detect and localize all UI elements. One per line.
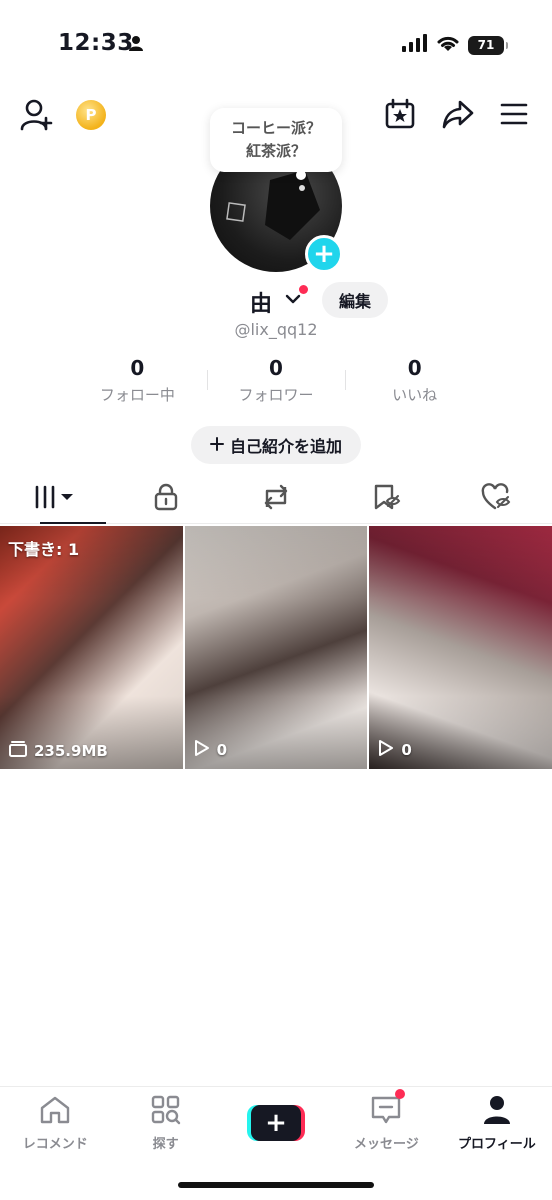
nav-create[interactable]: +: [221, 1087, 331, 1159]
stat-label: フォロー中: [99, 386, 175, 404]
tab-reposts[interactable]: [221, 474, 331, 523]
nav-profile[interactable]: プロフィール: [442, 1087, 552, 1159]
top-right-actions: [384, 98, 528, 130]
tab-private[interactable]: [110, 474, 220, 523]
add-bio-label: 自己紹介を追加: [229, 437, 342, 456]
calendar-star-icon[interactable]: [384, 98, 416, 130]
home-icon: [39, 1095, 71, 1129]
inbox-icon: [370, 1095, 402, 1129]
create-icon: +: [247, 1105, 306, 1141]
tile-overlay: [184, 526, 368, 769]
username: @lix_qq12: [234, 320, 318, 339]
wifi-icon: [436, 34, 460, 56]
tile-overlay: [369, 526, 552, 769]
note-line-2: 紅茶派？: [245, 142, 306, 160]
stat-label: フォロワー: [238, 386, 314, 404]
add-friend-icon[interactable]: [20, 98, 54, 132]
stat-label: いいね: [392, 386, 438, 404]
video-tile[interactable]: 0: [369, 526, 552, 769]
add-avatar-button[interactable]: +: [305, 235, 343, 273]
tab-liked[interactable]: [442, 474, 552, 523]
stat-value: 0: [407, 356, 422, 380]
stat-followers[interactable]: 0 フォロワー: [206, 356, 346, 410]
status-bar: 12:33 71: [0, 0, 552, 90]
home-indicator: [178, 1182, 374, 1188]
inbox-badge-dot: [395, 1089, 406, 1099]
draft-size: 235.9MB: [34, 742, 108, 760]
profile-name-row: 由 編集: [0, 282, 552, 322]
tab-videos[interactable]: [0, 474, 110, 524]
top-left-actions: P: [20, 98, 106, 132]
nav-label: プロフィール: [457, 1136, 536, 1152]
nav-home[interactable]: レコメンド: [0, 1087, 110, 1159]
view-count: 0: [216, 741, 228, 759]
nav-label: レコメンド: [22, 1136, 88, 1152]
repost-icon: [261, 483, 291, 515]
note-bubble[interactable]: コーヒー派？ 紅茶派？: [210, 108, 342, 172]
notification-dot: [299, 285, 308, 294]
heart-hidden-icon: [481, 482, 513, 515]
note-bubble-tail: [296, 170, 306, 180]
add-bio-button[interactable]: 自己紹介を追加: [191, 426, 361, 464]
folder-icon: [9, 741, 27, 761]
stat-value: 0: [130, 356, 145, 380]
video-grid: 下書き: 1 235.9MB 0 0: [0, 526, 552, 769]
nav-discover[interactable]: 探す: [110, 1087, 220, 1159]
tab-favorites[interactable]: [331, 474, 441, 523]
menu-icon[interactable]: [500, 102, 528, 126]
bookmark-hidden-icon: [371, 483, 401, 515]
play-icon: [378, 739, 394, 761]
profile-stats: 0 フォロー中 0 フォロワー 0 いいね: [68, 356, 484, 410]
signal-icon: [402, 34, 428, 56]
chevron-down-icon[interactable]: [284, 290, 302, 312]
person-icon: [128, 35, 144, 55]
stat-value: 0: [269, 356, 283, 380]
draft-label: 下書き: 1: [8, 540, 80, 559]
nav-inbox[interactable]: メッセージ: [331, 1087, 441, 1159]
draft-meta: 235.9MB: [9, 741, 108, 761]
display-name: 由: [250, 292, 273, 317]
note-line-1: コーヒー派？: [230, 119, 321, 137]
grid-icon: [33, 485, 77, 513]
bottom-nav: レコメンド 探す + メッセージ プロフィール: [0, 1086, 552, 1200]
play-icon: [194, 739, 210, 761]
content-tabs: [0, 474, 552, 524]
coin-icon[interactable]: P: [76, 100, 106, 130]
discover-icon: [151, 1095, 181, 1129]
share-icon[interactable]: [442, 99, 474, 129]
video-tile[interactable]: 0: [184, 526, 368, 769]
tile-overlay: [0, 526, 183, 769]
view-count: 0: [401, 741, 412, 759]
battery-indicator: 71: [468, 35, 508, 55]
nav-label: 探す: [152, 1136, 179, 1152]
draft-video-tile[interactable]: 下書き: 1 235.9MB: [0, 526, 183, 769]
video-views: 0: [378, 739, 412, 761]
profile-icon: [483, 1095, 511, 1129]
status-time: 12:33: [58, 30, 134, 56]
video-views: 0: [194, 739, 227, 761]
status-indicators: 71: [402, 34, 508, 56]
lock-icon: [154, 483, 178, 515]
plus-icon: [209, 436, 224, 455]
stat-following[interactable]: 0 フォロー中: [68, 356, 207, 410]
nav-label: メッセージ: [354, 1136, 419, 1152]
stat-likes[interactable]: 0 いいね: [345, 356, 484, 410]
edit-profile-button[interactable]: 編集: [322, 282, 388, 318]
